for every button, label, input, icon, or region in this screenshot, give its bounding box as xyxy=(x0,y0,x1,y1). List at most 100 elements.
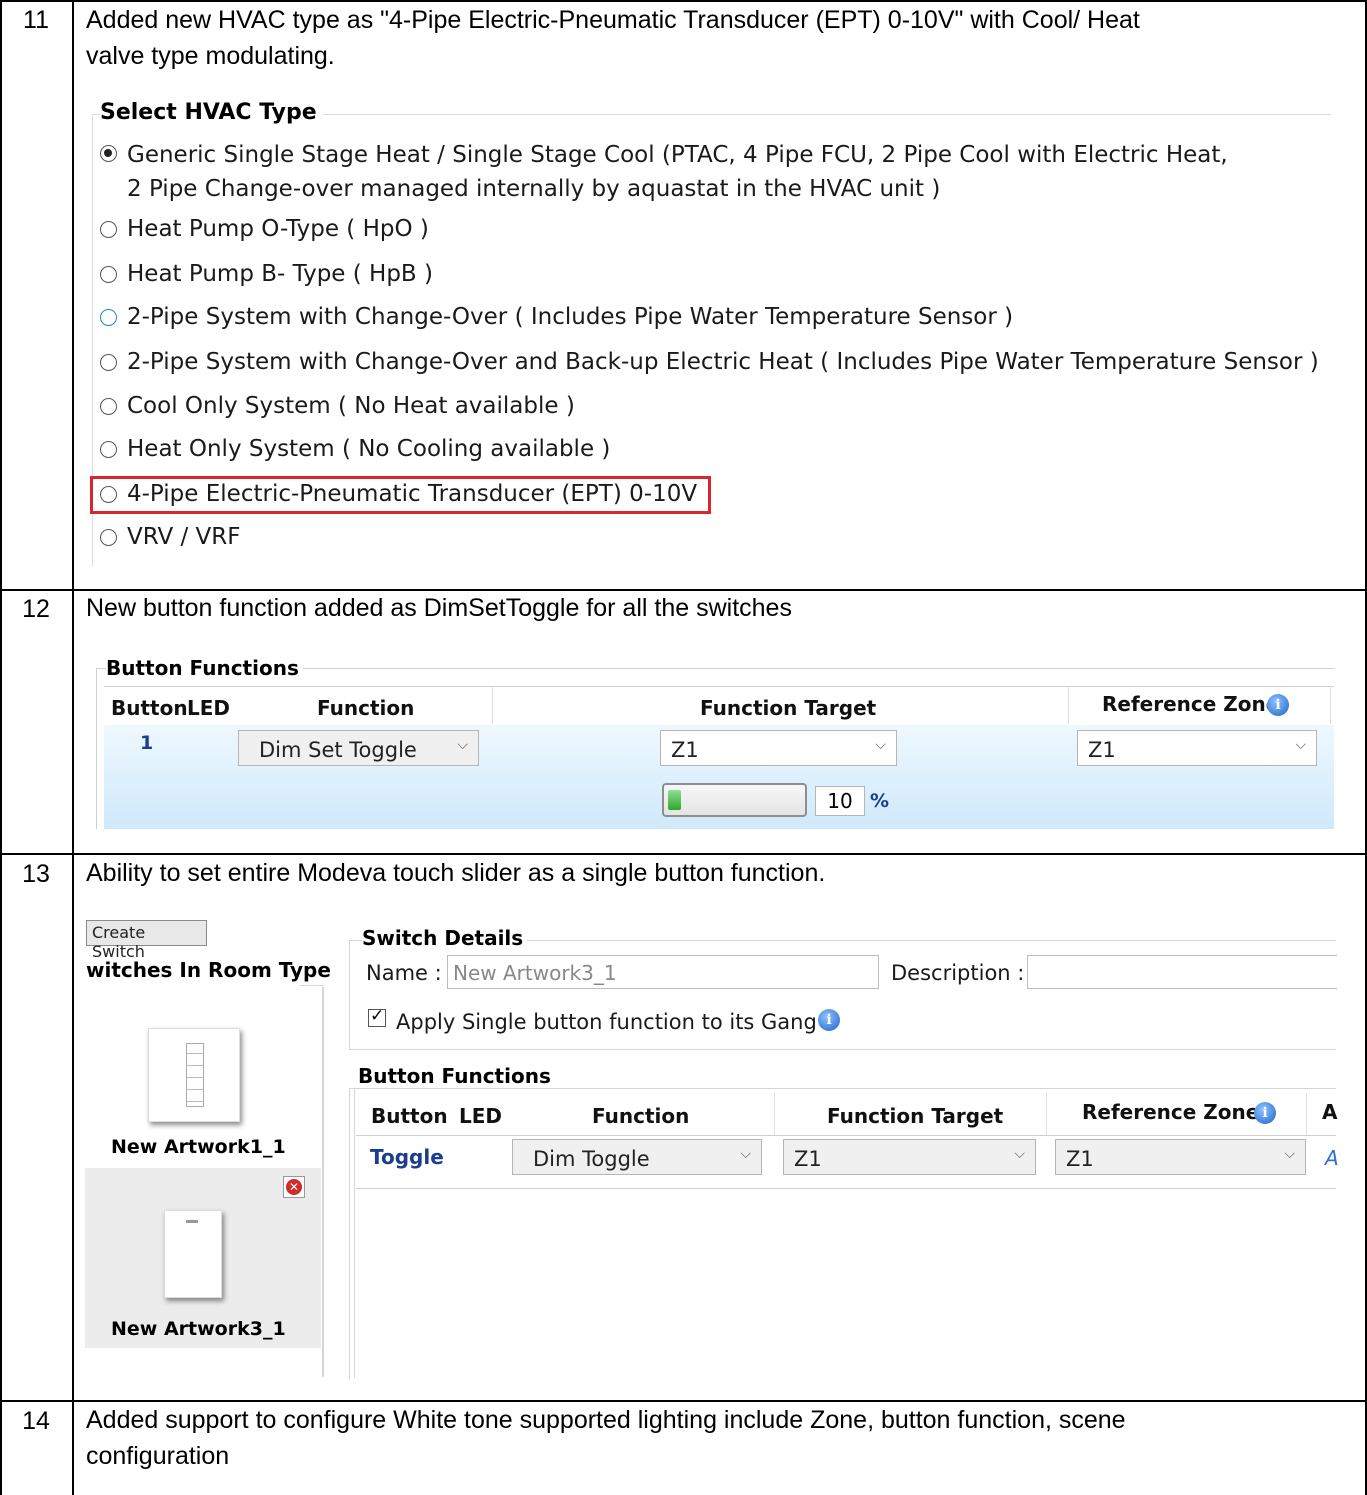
row-number: 11 xyxy=(23,6,49,34)
radio-icon[interactable] xyxy=(100,398,117,415)
switch-details-title: Switch Details xyxy=(362,926,528,950)
description-line: New button function added as DimSetToggl… xyxy=(86,594,792,622)
description-line: Added support to configure White tone su… xyxy=(86,1406,1126,1434)
row-button-name: Toggle xyxy=(370,1145,444,1169)
level-input[interactable]: 10 xyxy=(815,786,865,816)
header-divider xyxy=(1306,1093,1307,1135)
radio-icon[interactable] xyxy=(100,354,117,371)
button-functions-title: Button Functions xyxy=(358,1064,555,1088)
header-function: Function xyxy=(317,696,415,720)
button-functions-title: Button Functions xyxy=(106,656,303,680)
row-number: 13 xyxy=(22,860,50,888)
hvac-option-vrv[interactable]: VRV / VRF xyxy=(100,524,241,550)
info-icon[interactable]: i xyxy=(1254,1102,1276,1124)
switches-list-border xyxy=(322,987,324,1377)
row-number: 14 xyxy=(22,1407,50,1435)
highlight-box xyxy=(90,476,711,514)
row-button-number: 1 xyxy=(140,732,154,754)
select-value: Z1 xyxy=(1088,738,1116,762)
function-select[interactable]: Dim Toggle ⌵ xyxy=(512,1139,762,1175)
row-extra-link[interactable]: A xyxy=(1325,1146,1339,1170)
switches-list-title: witches In Room Type xyxy=(86,958,331,982)
reference-zone-select[interactable]: Z1 ⌵ xyxy=(1077,730,1317,766)
hvac-option-generic[interactable]: Generic Single Stage Heat / Single Stage… xyxy=(100,140,1228,208)
hvac-option-heat-pump-o[interactable]: Heat Pump O-Type ( HpO ) xyxy=(100,216,429,242)
description-line: configuration xyxy=(86,1442,230,1470)
hvac-group-title: Select HVAC Type xyxy=(100,100,323,125)
radio-icon[interactable] xyxy=(100,266,117,283)
close-icon[interactable]: ✕ xyxy=(283,1176,305,1198)
hvac-option-heat-only[interactable]: Heat Only System ( No Cooling available … xyxy=(100,436,610,462)
select-value: Z1 xyxy=(794,1147,822,1171)
name-field[interactable]: New Artwork3_1 xyxy=(447,955,879,989)
header-divider xyxy=(1046,1093,1047,1135)
switch-name: New Artwork3_1 xyxy=(111,1318,286,1340)
option-label: 2-Pipe System with Change-Over and Back-… xyxy=(127,349,1319,375)
header-button: Button xyxy=(111,696,188,720)
header-led: LED xyxy=(459,1104,503,1128)
reference-zone-select[interactable]: Z1 ⌵ xyxy=(1055,1139,1306,1175)
apply-checkbox[interactable]: ✓ xyxy=(368,1006,386,1027)
info-icon[interactable]: i xyxy=(818,1009,840,1031)
description-field[interactable] xyxy=(1027,955,1337,989)
radio-selected-icon[interactable] xyxy=(100,145,117,162)
info-icon[interactable]: i xyxy=(1267,694,1289,716)
chevron-down-icon: ⌵ xyxy=(1295,737,1306,753)
description-line: valve type modulating. xyxy=(86,42,335,70)
name-label: Name : xyxy=(366,961,442,985)
header-reference-zone: Reference Zone xyxy=(1082,1100,1260,1124)
header-reference-zone: Reference Zone xyxy=(1102,692,1280,716)
header-led: LED xyxy=(187,696,231,720)
chevron-down-icon: ⌵ xyxy=(1284,1146,1295,1162)
row-description: Added support to configure White tone su… xyxy=(86,1402,1126,1474)
table-column-divider xyxy=(72,0,74,1495)
level-progress-fill xyxy=(668,790,681,810)
hvac-option-heat-pump-b[interactable]: Heat Pump B- Type ( HpB ) xyxy=(100,261,433,287)
create-switch-button[interactable]: Create Switch xyxy=(86,920,207,961)
switch-thumbnail[interactable] xyxy=(148,1028,240,1122)
header-divider xyxy=(492,686,493,724)
chevron-down-icon: ⌵ xyxy=(457,737,468,753)
gang-slider-graphic xyxy=(186,1043,204,1107)
select-value: Z1 xyxy=(671,738,699,762)
chevron-down-icon: ⌵ xyxy=(740,1146,751,1162)
header-function: Function xyxy=(592,1104,690,1128)
level-unit: % xyxy=(870,790,890,812)
function-target-select[interactable]: Z1 ⌵ xyxy=(660,730,897,766)
description-label: Description : xyxy=(891,961,1025,985)
radio-icon[interactable] xyxy=(100,221,117,238)
option-label: Generic Single Stage Heat / Single Stage… xyxy=(127,142,1228,168)
row-description: New button function added as DimSetToggl… xyxy=(86,590,792,626)
option-label: Heat Only System ( No Cooling available … xyxy=(127,436,611,462)
radio-icon[interactable] xyxy=(100,309,117,326)
button-functions-frame-inner xyxy=(354,1088,355,1378)
option-label: Cool Only System ( No Heat available ) xyxy=(127,393,575,419)
function-target-select[interactable]: Z1 ⌵ xyxy=(783,1139,1036,1175)
hvac-option-2pipe-backup-heat[interactable]: 2-Pipe System with Change-Over and Back-… xyxy=(100,349,1319,375)
hvac-option-2pipe-changeover[interactable]: 2-Pipe System with Change-Over ( Include… xyxy=(100,304,1013,330)
row-description: Ability to set entire Modeva touch slide… xyxy=(86,855,825,891)
select-value: Dim Toggle xyxy=(533,1147,650,1171)
header-divider xyxy=(1068,686,1069,724)
header-divider xyxy=(774,1093,775,1135)
description-line: Ability to set entire Modeva touch slide… xyxy=(86,859,826,887)
slider-graphic xyxy=(186,1220,198,1223)
switch-thumbnail[interactable] xyxy=(164,1210,222,1298)
switches-list-border xyxy=(300,985,324,986)
radio-icon[interactable] xyxy=(100,529,117,546)
chevron-down-icon: ⌵ xyxy=(1014,1146,1025,1162)
switch-name: New Artwork1_1 xyxy=(111,1136,286,1158)
select-value: Dim Set Toggle xyxy=(259,738,417,762)
chevron-down-icon: ⌵ xyxy=(875,737,886,753)
option-label: 2 Pipe Change-over managed internally by… xyxy=(127,176,941,202)
apply-label: Apply Single button function to its Gang xyxy=(396,1010,817,1034)
table-border-left xyxy=(0,0,2,1495)
header-button: Button xyxy=(371,1104,448,1128)
option-label: VRV / VRF xyxy=(127,524,241,550)
hvac-option-cool-only[interactable]: Cool Only System ( No Heat available ) xyxy=(100,393,575,419)
function-select[interactable]: Dim Set Toggle ⌵ xyxy=(238,730,479,766)
row-description: Added new HVAC type as "4-Pipe Electric-… xyxy=(86,2,1140,74)
header-divider xyxy=(1330,686,1331,724)
radio-icon[interactable] xyxy=(100,441,117,458)
level-progress-bar[interactable] xyxy=(662,783,807,817)
